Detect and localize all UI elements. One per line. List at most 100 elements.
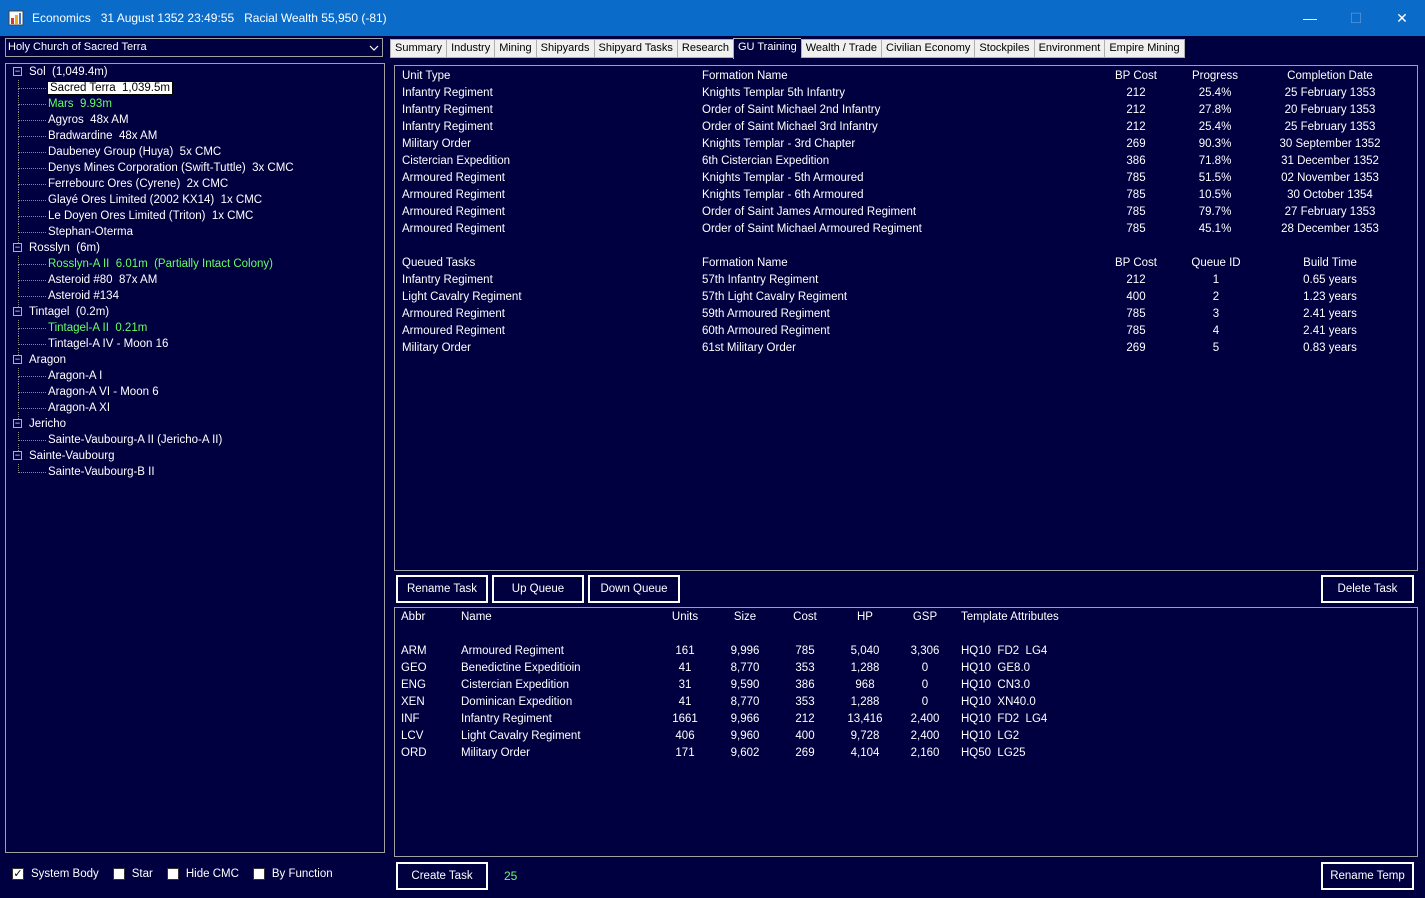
tab-industry[interactable]: Industry: [446, 39, 495, 58]
task-row[interactable]: [395, 155, 1417, 172]
tree-body-node[interactable]: Le Doyen Ores Limited (Triton) 1x CMC: [48, 208, 253, 224]
unit-templates-list[interactable]: Abbr Name Units Size Cost HP GSP Template Attri…: [394, 607, 1418, 857]
tab-stockpiles[interactable]: Stockpiles: [974, 39, 1034, 58]
queued-task-row[interactable]: [395, 291, 1417, 308]
tree-collapse-toggle[interactable]: −: [13, 355, 22, 364]
tree-body-node[interactable]: Asteroid #134: [48, 288, 119, 304]
tree-connector: [18, 104, 19, 112]
checkbox-box[interactable]: [112, 868, 125, 880]
tree-body-node[interactable]: Sainte-Vaubourg-B II: [48, 464, 155, 480]
queued-task-row[interactable]: [395, 325, 1417, 342]
tree-system-node[interactable]: Sol (1,049.4m): [29, 64, 108, 80]
tree-system-node[interactable]: Tintagel (0.2m): [29, 304, 109, 320]
task-row[interactable]: [395, 189, 1417, 206]
chevron-down-icon[interactable]: [365, 39, 382, 56]
table-cell: Armoured Regiment: [402, 172, 505, 184]
tab-wealth-trade[interactable]: Wealth / Trade: [800, 39, 882, 58]
tree-system-node[interactable]: Rosslyn (6m): [29, 240, 100, 256]
tree-collapse-toggle[interactable]: −: [13, 307, 22, 316]
tree-body-node[interactable]: Aragon-A XI: [48, 400, 110, 416]
checkbox-hide-cmc[interactable]: Hide CMC: [166, 868, 239, 880]
table-cell: 60th Armoured Regiment: [702, 325, 830, 337]
tree-body-node[interactable]: Sacred Terra 1,039.5m: [47, 80, 173, 96]
up-queue-button[interactable]: Up Queue: [492, 575, 584, 603]
tree-system-node[interactable]: Jericho: [29, 416, 66, 432]
tree-collapse-toggle[interactable]: −: [13, 67, 22, 76]
tree-body-node[interactable]: Denys Mines Corporation (Swift-Tuttle) 3…: [48, 160, 294, 176]
tab-shipyards[interactable]: Shipyards: [535, 39, 594, 58]
create-task-button[interactable]: Create Task: [396, 862, 488, 890]
tab-shipyard-tasks[interactable]: Shipyard Tasks: [593, 39, 677, 58]
task-row[interactable]: [395, 138, 1417, 155]
tree-connector: [18, 232, 46, 233]
checkbox-box[interactable]: ✓: [12, 868, 24, 880]
delete-task-button[interactable]: Delete Task: [1321, 575, 1414, 603]
rename-task-button[interactable]: Rename Task: [396, 575, 488, 603]
tab-research[interactable]: Research: [676, 39, 733, 58]
empire-select[interactable]: Holy Church of Sacred Terra: [5, 38, 383, 57]
tree-body-node[interactable]: Bradwardine 48x AM: [48, 128, 157, 144]
checkbox-box[interactable]: [252, 868, 265, 880]
tree-connector: [18, 376, 19, 384]
down-queue-button[interactable]: Down Queue: [588, 575, 680, 603]
tree-connector: [18, 216, 19, 224]
tree-connector: [18, 440, 46, 441]
task-row[interactable]: [395, 172, 1417, 189]
queued-task-row[interactable]: [395, 308, 1417, 325]
checkbox-system-body[interactable]: ✓ System Body: [12, 868, 99, 880]
tree-body-node[interactable]: Aragon-A I: [48, 368, 102, 384]
table-cell: 353: [795, 696, 815, 708]
tab-gu-training[interactable]: GU Training: [733, 38, 801, 59]
tree-collapse-toggle[interactable]: −: [13, 451, 22, 460]
table-cell: Infantry Regiment: [461, 713, 552, 725]
tree-system-node[interactable]: Sainte-Vaubourg: [29, 448, 114, 464]
system-body-tree[interactable]: − Sol (1,049.4m) Sacred Terra 1,039.5m Mars…: [5, 63, 385, 853]
queued-task-row[interactable]: [395, 274, 1417, 291]
tree-connector: [18, 168, 19, 176]
tree-body-node[interactable]: Tintagel-A II 0.21m: [48, 320, 147, 336]
tree-body-node[interactable]: Tintagel-A IV - Moon 16: [48, 336, 168, 352]
tree-connector: [18, 200, 46, 201]
tree-collapse-toggle[interactable]: −: [13, 419, 22, 428]
tree-system-node[interactable]: Aragon: [29, 352, 66, 368]
tree-body-node[interactable]: Mars 9.93m: [48, 96, 112, 112]
checkbox-by-function[interactable]: By Function: [252, 868, 333, 880]
table-cell: Armoured Regiment: [402, 189, 505, 201]
tree-body-node[interactable]: Stephan-Oterma: [48, 224, 133, 240]
table-cell: 785: [795, 645, 815, 657]
task-row[interactable]: [395, 121, 1417, 138]
checkbox-star[interactable]: Star: [112, 868, 153, 880]
tree-body-node[interactable]: Asteroid #80 87x AM: [48, 272, 157, 288]
tab-environment[interactable]: Environment: [1033, 39, 1105, 58]
tree-body-node[interactable]: Rosslyn-A II 6.01m (Partially Intact Col…: [48, 256, 273, 272]
tree-body-node[interactable]: Daubeney Group (Huya) 5x CMC: [48, 144, 221, 160]
table-cell: 2: [1212, 291, 1220, 303]
tree-node-label: Daubeney Group (Huya) 5x CMC: [48, 146, 222, 158]
tab-mining[interactable]: Mining: [494, 39, 536, 58]
table-cell: 161: [675, 645, 695, 657]
tree-body-node[interactable]: Agyros 48x AM: [48, 112, 129, 128]
table-cell: HQ10 LG2: [961, 730, 1020, 742]
queued-task-row[interactable]: [395, 342, 1417, 359]
training-tasks-list[interactable]: Unit Type Formation Name BP Cost Progress Co…: [394, 65, 1418, 571]
minimize-button[interactable]: —: [1287, 0, 1333, 36]
tab-civilian-economy[interactable]: Civilian Economy: [881, 39, 975, 58]
task-row[interactable]: [395, 87, 1417, 104]
tree-body-node[interactable]: Ferrebourc Ores (Cyrene) 2x CMC: [48, 176, 228, 192]
tree-body-node[interactable]: Glayé Ores Limited (2002 KX14) 1x CMC: [48, 192, 262, 208]
checkbox-box[interactable]: [166, 868, 179, 880]
rename-template-button[interactable]: Rename Temp: [1321, 862, 1414, 890]
close-button[interactable]: ✕: [1379, 0, 1425, 36]
tab-summary[interactable]: Summary: [390, 39, 447, 58]
window-title: Economics 31 August 1352 23:49:55 Racial…: [32, 11, 387, 25]
tree-connector: [18, 400, 19, 409]
tree-body-node[interactable]: Sainte-Vaubourg-A II (Jericho-A II): [48, 432, 222, 448]
table-cell: 4,104: [850, 747, 880, 759]
tree-connector: [18, 136, 19, 144]
tree-collapse-toggle[interactable]: −: [13, 243, 22, 252]
tree-body-node[interactable]: Aragon-A VI - Moon 6: [48, 384, 159, 400]
tree-connector: [18, 120, 19, 128]
window-titlebar[interactable]: Economics 31 August 1352 23:49:55 Racial…: [0, 0, 1425, 36]
tab-empire-mining[interactable]: Empire Mining: [1104, 39, 1185, 58]
task-row[interactable]: [395, 104, 1417, 121]
